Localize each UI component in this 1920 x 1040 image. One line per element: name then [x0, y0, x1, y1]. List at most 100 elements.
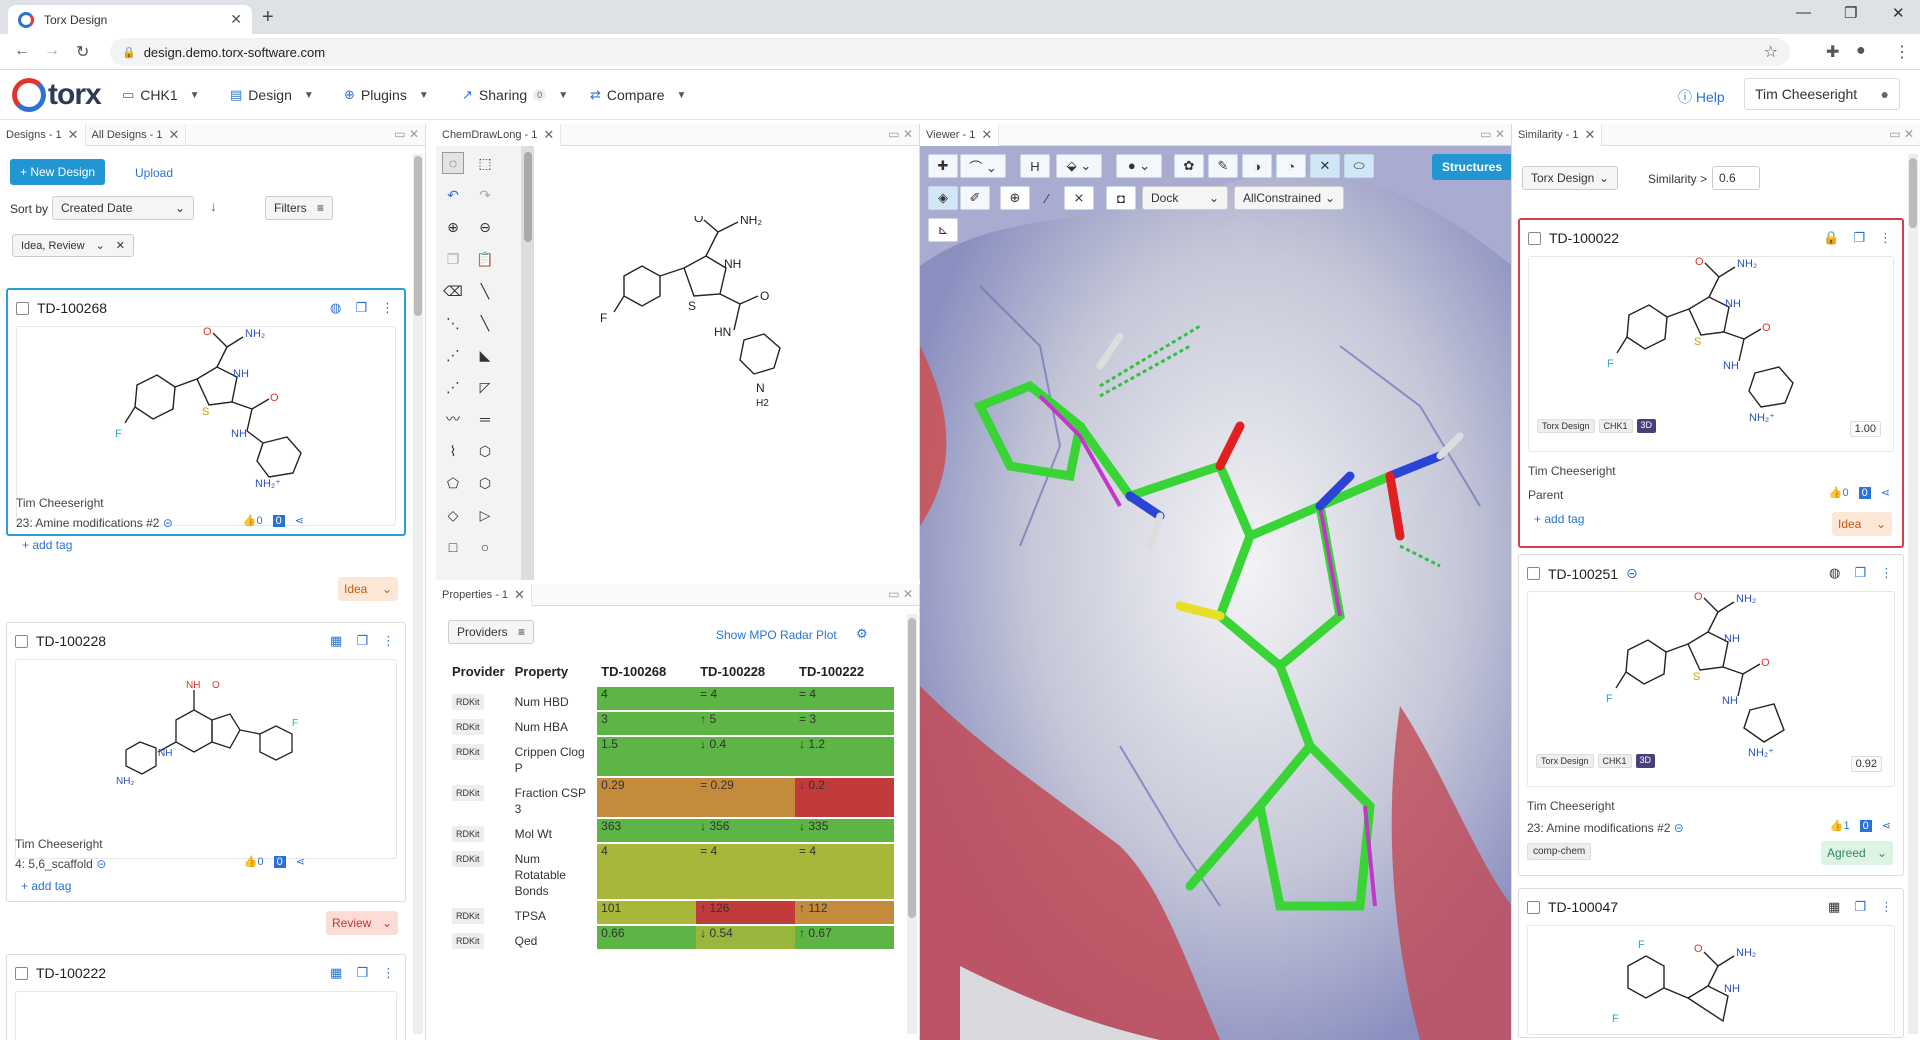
add-tag-link[interactable]: + add tag	[22, 538, 72, 552]
add-tag-link[interactable]: + add tag	[1534, 512, 1584, 526]
close-window-icon[interactable]: ✕	[1892, 4, 1905, 22]
like-icon[interactable]: 👍1	[1830, 819, 1850, 832]
reload-icon[interactable]: ↻	[76, 42, 89, 62]
like-icon[interactable]: 👍0	[244, 855, 264, 868]
pipette-icon[interactable]: ✎	[1208, 154, 1238, 178]
camera-icon[interactable]: ◘	[1106, 186, 1136, 210]
user-menu[interactable]: Tim Cheeseright ●	[1744, 78, 1900, 110]
interactions-icon[interactable]: ✕	[1310, 154, 1340, 178]
share-icon[interactable]: ⋖	[296, 855, 305, 868]
benzene-icon[interactable]: ⬡	[474, 440, 496, 462]
status-dropdown[interactable]: Idea ⌄	[1832, 512, 1892, 536]
new-tab-button[interactable]: +	[262, 6, 274, 29]
hashed-wedge-icon[interactable]: ⋰	[442, 376, 464, 398]
card-checkbox[interactable]	[1527, 567, 1540, 580]
wedge-outline-icon[interactable]: ◸	[474, 376, 496, 398]
upload-link[interactable]: Upload	[135, 166, 173, 180]
redo-icon[interactable]: ↷	[474, 184, 496, 206]
extensions-icon[interactable]: ✚	[1826, 42, 1839, 62]
share-icon[interactable]: ⋖	[1881, 486, 1890, 499]
link-icon[interactable]: ⊝	[1674, 821, 1684, 835]
measure-icon[interactable]: ⬭	[1344, 154, 1374, 178]
maximize-panel-icon[interactable]: ▭ ✕	[888, 127, 913, 141]
close-icon[interactable]: ✕	[1585, 127, 1596, 143]
browser-tab[interactable]: Torx Design ✕	[8, 5, 252, 34]
link-icon[interactable]: ⊝	[96, 857, 106, 871]
maximize-panel-icon[interactable]: ▭ ✕	[888, 587, 913, 601]
close-icon[interactable]: ✕	[68, 127, 79, 143]
copy-icon[interactable]: ❐	[1854, 565, 1866, 581]
surface-style-icon[interactable]: ● ⌄	[1116, 154, 1162, 178]
color-scheme-icon[interactable]: ✿	[1174, 154, 1204, 178]
design-tag[interactable]: comp-chem	[1527, 843, 1592, 860]
zoom-in-icon[interactable]: ⊕	[442, 216, 464, 238]
more-icon[interactable]: ⋮	[382, 965, 395, 981]
more-icon[interactable]: ⋮	[1879, 230, 1892, 246]
card-checkbox[interactable]	[1527, 900, 1540, 914]
similarity-source-select[interactable]: Torx Design ⌄	[1522, 166, 1618, 190]
comment-icon[interactable]: 0	[1858, 486, 1871, 499]
wedge-bond-icon[interactable]: ◣	[474, 344, 496, 366]
minimize-icon[interactable]: —	[1796, 4, 1811, 21]
wavy-bond-icon[interactable]: 〰	[442, 408, 464, 430]
wand-icon[interactable]: ⁄	[1032, 186, 1062, 210]
status-dropdown[interactable]: Idea ⌄	[338, 577, 398, 601]
constraint-select[interactable]: AllConstrained ⌄	[1234, 186, 1344, 210]
forward-icon[interactable]: →	[44, 42, 60, 60]
eraser-icon[interactable]: ⌫	[442, 280, 464, 302]
new-design-button[interactable]: + New Design	[10, 159, 106, 185]
draw-canvas-scrollbar[interactable]	[522, 146, 534, 580]
building-icon[interactable]: ▦	[1828, 899, 1840, 915]
color-wheel-icon[interactable]: ◑	[1242, 154, 1272, 178]
card-checkbox[interactable]	[16, 301, 29, 315]
triangle-icon[interactable]: ▷	[474, 504, 496, 526]
menu-compare[interactable]: ⇄ Compare ▼	[590, 87, 686, 103]
undo-icon[interactable]: ↶	[442, 184, 464, 206]
tab-properties[interactable]: Properties - 1 ✕	[436, 584, 532, 606]
share-icon[interactable]: ⋖	[1882, 819, 1891, 832]
design-card[interactable]: TD-100222 ▦ ❐ ⋮	[6, 954, 406, 1040]
restore-icon[interactable]: ❐	[1844, 4, 1857, 22]
similarity-scrollbar[interactable]	[1908, 154, 1918, 1034]
diamond-icon[interactable]: ◇	[442, 504, 464, 526]
dashed-bond-icon[interactable]: ⋱	[442, 312, 464, 334]
url-box[interactable]: 🔒 design.demo.torx-software.com ☆	[110, 38, 1790, 66]
bookmark-star-icon[interactable]: ☆	[1764, 42, 1778, 62]
maximize-panel-icon[interactable]: ▭ ✕	[394, 127, 419, 141]
more-icon[interactable]: ⋮	[381, 300, 394, 316]
close-tab-icon[interactable]: ✕	[230, 11, 242, 28]
dock-select[interactable]: Dock ⌄	[1142, 186, 1228, 210]
mpo-radar-link[interactable]: Show MPO Radar Plot	[716, 628, 837, 642]
tab-chemdraw[interactable]: ChemDrawLong - 1 ✕	[436, 124, 562, 146]
zoom-out-icon[interactable]: ⊖	[474, 216, 496, 238]
like-icon[interactable]: 👍0	[1829, 486, 1849, 499]
lock-icon[interactable]: 🔒	[1823, 230, 1839, 246]
more-icon[interactable]: ⋮	[382, 633, 395, 649]
remove-filter-icon[interactable]: ✕	[116, 239, 125, 252]
close-icon[interactable]: ✕	[514, 587, 525, 603]
browser-menu-icon[interactable]: ⋮	[1894, 42, 1910, 62]
single-bond-icon[interactable]: ╲	[474, 280, 496, 302]
comment-icon[interactable]: 0	[273, 855, 286, 868]
square-icon[interactable]: □	[442, 536, 464, 558]
structures-button[interactable]: Structures	[1432, 154, 1511, 180]
copy-icon[interactable]: ❐	[1853, 230, 1865, 246]
filter-chip[interactable]: Idea, Review ⌄ ✕	[12, 234, 134, 257]
sort-direction-icon[interactable]: ↓	[210, 198, 217, 214]
status-dropdown[interactable]: Agreed ⌄	[1821, 841, 1893, 865]
comment-icon[interactable]: 0	[272, 514, 285, 527]
menu-plugins[interactable]: ⊕ Plugins ▼	[344, 87, 429, 103]
ribbon-style-icon[interactable]: ⌒ ⌄	[960, 154, 1006, 178]
torx-logo[interactable]: torx	[12, 78, 102, 112]
double-bond-icon[interactable]: ═	[474, 408, 496, 430]
center-view-icon[interactable]: ⊕	[1000, 186, 1030, 210]
paste-icon[interactable]: 📋	[474, 248, 496, 270]
reset-view-icon[interactable]: ◔	[1276, 154, 1306, 178]
status-dropdown[interactable]: Review ⌄	[326, 911, 398, 935]
link-icon[interactable]: ⊝	[163, 516, 173, 530]
maximize-panel-icon[interactable]: ▭ ✕	[1889, 127, 1914, 141]
tab-designs[interactable]: Designs - 1 ✕	[0, 124, 86, 146]
pharmacophore-icon[interactable]: ✐	[960, 186, 990, 210]
pentagon-icon[interactable]: ⬠	[442, 472, 464, 494]
copy-icon[interactable]: ❐	[356, 965, 368, 981]
